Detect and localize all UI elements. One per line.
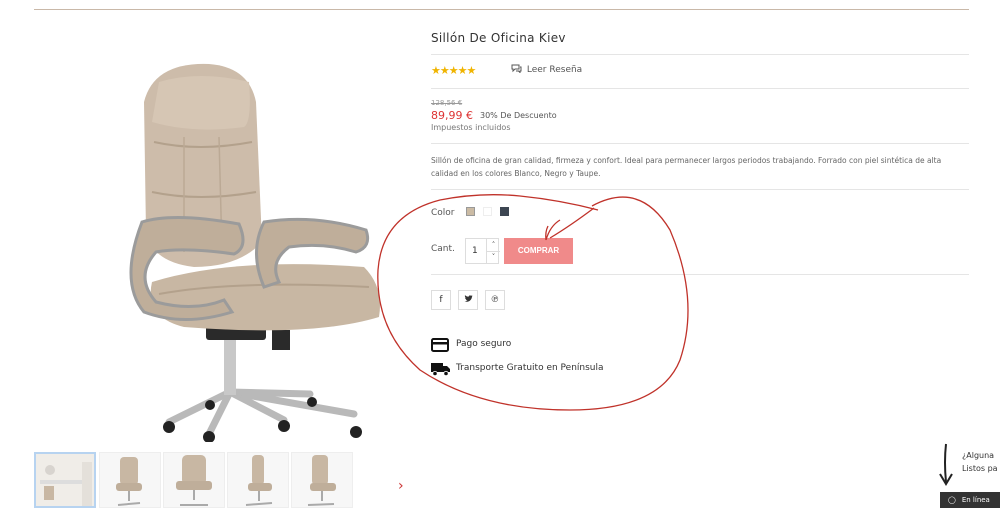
comments-icon <box>511 64 522 74</box>
read-review-label: Leer Reseña <box>526 65 583 75</box>
chevron-down-icon[interactable]: ˅ <box>486 251 500 263</box>
tax-note: Impuestos incluidos <box>431 123 511 132</box>
quantity-input[interactable]: 1 <box>472 246 478 256</box>
twitter-icon[interactable] <box>458 290 478 310</box>
current-price: 89,99 € <box>431 109 473 122</box>
color-swatch-black[interactable] <box>500 207 509 216</box>
chat-invite-line-1: ¿Alguna <box>962 451 995 460</box>
pinterest-icon[interactable]: ℗ <box>485 290 505 310</box>
office-chair-image <box>129 63 380 443</box>
thumbnail-1[interactable] <box>34 452 96 508</box>
thumbnail-chair-side-image <box>245 455 273 506</box>
divider <box>431 88 969 89</box>
free-shipping-text: Transporte Gratuito en Península <box>456 363 604 373</box>
chat-bubble-icon: ◯ <box>948 496 956 504</box>
thumbnail-3[interactable] <box>163 452 225 508</box>
thumbnail-strip <box>34 452 404 508</box>
divider <box>431 54 969 55</box>
header-divider <box>34 9 969 10</box>
thumbnail-chair-front-image <box>176 455 212 506</box>
read-review-link[interactable]: Leer Reseña <box>511 64 582 75</box>
rating-stars: ★★★★★ <box>431 64 476 77</box>
thumbnail-chair-image <box>116 457 142 506</box>
color-label: Color <box>431 208 455 218</box>
arrow-down-icon <box>939 443 953 486</box>
discount-label: 30% De Descuento <box>480 111 557 120</box>
truck-icon <box>431 363 450 376</box>
product-title: Sillón De Oficina Kiev <box>431 31 566 45</box>
product-description: Sillón de oficina de gran calidad, firme… <box>431 156 942 178</box>
chat-status-label: En línea <box>961 496 990 504</box>
thumbnail-2[interactable] <box>99 452 161 508</box>
chat-invite-text: ¿Alguna Listos pa <box>962 449 998 475</box>
facebook-icon[interactable]: f <box>431 290 451 310</box>
thumbnail-5[interactable] <box>291 452 353 508</box>
secure-payment-text: Pago seguro <box>456 339 512 349</box>
buy-button[interactable]: COMPRAR <box>504 238 573 264</box>
color-swatch-taupe[interactable] <box>466 207 475 216</box>
divider <box>431 143 969 144</box>
color-swatch-white[interactable] <box>483 207 492 216</box>
divider <box>431 274 969 275</box>
quantity-stepper: 1 ˄ ˅ <box>465 238 500 264</box>
credit-card-icon <box>431 338 449 352</box>
twitter-bird-icon <box>464 295 473 302</box>
thumbnail-room-image <box>36 454 94 506</box>
divider <box>431 189 969 190</box>
old-price: 128,56 € <box>431 99 463 107</box>
chevron-right-icon[interactable]: › <box>398 478 404 494</box>
thumbnail-chair-back-image <box>307 455 336 506</box>
chat-status-button[interactable]: ◯ En línea <box>940 492 1000 508</box>
quantity-label: Cant. <box>431 244 455 254</box>
thumbnail-4[interactable] <box>227 452 289 508</box>
chat-invite-line-2: Listos pa <box>962 464 998 473</box>
product-main-image[interactable] <box>34 42 410 443</box>
